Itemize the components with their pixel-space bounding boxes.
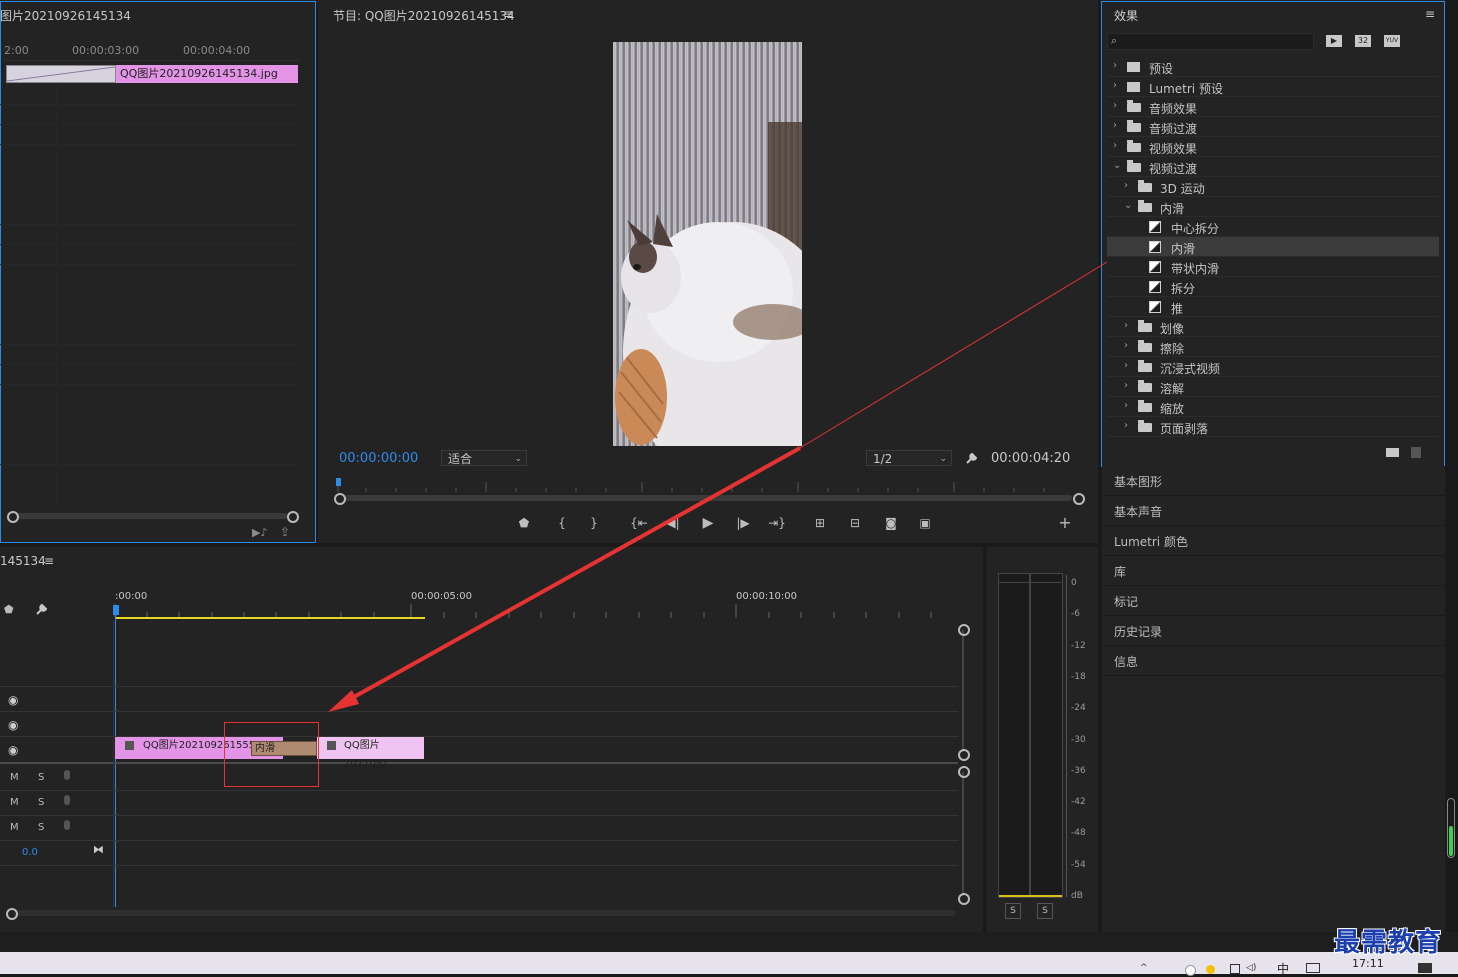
arrow-shaft [344,446,801,704]
taskbar-ime-indicator[interactable]: 中 [1277,960,1289,977]
tray-icons[interactable]: ^ ◁) [1140,963,1270,976]
keyboard-icon[interactable] [1306,963,1320,973]
volume-icon[interactable]: ◁) [1246,963,1256,973]
tray-app-icon[interactable] [1206,965,1215,974]
watermark-logo: 最需教育 [1334,928,1443,958]
status-strip [0,932,1458,952]
network-icon[interactable] [1230,964,1240,974]
arrow-head [328,690,359,712]
notification-icon[interactable] [1418,963,1432,973]
tray-app-icon[interactable] [1185,965,1196,976]
tray-chevron-icon[interactable]: ^ [1140,963,1148,973]
annotation-arrow [328,261,1108,712]
arrow-thin-segment [799,261,1108,449]
